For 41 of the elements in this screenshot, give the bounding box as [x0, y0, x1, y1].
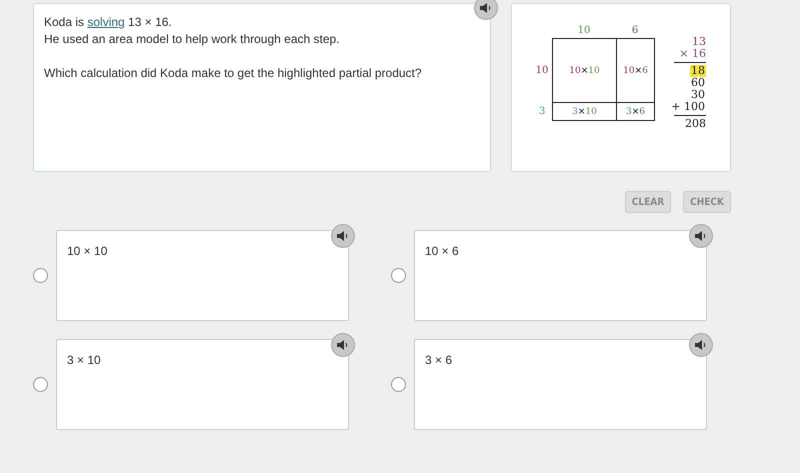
question-text: Koda is solving 13 × 16. [44, 14, 173, 31]
answer-text: 10 × 10 [67, 244, 108, 258]
column-label: 10 [576, 24, 592, 38]
partial-product: 60 [690, 77, 706, 89]
multiplier: × 16 [679, 48, 706, 60]
radio-button[interactable] [391, 377, 406, 392]
audio-button[interactable] [689, 333, 713, 357]
area-cell: 10×10 [552, 38, 617, 103]
answer-text: 3 × 6 [425, 353, 452, 367]
answer-card[interactable]: 10 × 10 [56, 230, 349, 321]
answer-text: 3 × 10 [67, 353, 101, 367]
speaker-icon [695, 340, 707, 350]
partial-product: + 100 [670, 101, 706, 113]
radio-button[interactable] [391, 268, 406, 283]
multiplicand: 13 [692, 36, 706, 48]
answer-text: 10 × 6 [425, 244, 459, 258]
audio-button[interactable] [474, 0, 498, 20]
partial-product: 18 [690, 65, 706, 77]
radio-button[interactable] [33, 377, 48, 392]
speaker-icon [695, 231, 707, 241]
question-text: Which calculation did Koda make to get the highlighted partial product? [44, 65, 423, 82]
audio-button[interactable] [689, 224, 713, 248]
answer-card[interactable]: 10 × 6 [414, 230, 707, 321]
answer-card[interactable]: 3 × 6 [414, 339, 707, 430]
audio-button[interactable] [331, 333, 355, 357]
partial-product: 30 [690, 89, 706, 101]
answer-card[interactable]: 3 × 10 [56, 339, 349, 430]
product-total: 208 [685, 118, 706, 130]
row-label: 10 [534, 64, 550, 78]
speaker-icon [480, 3, 492, 13]
area-cell: 3×6 [616, 102, 655, 121]
area-cell: 3×10 [552, 102, 617, 121]
speaker-icon [337, 231, 349, 241]
row-label: 3 [538, 104, 546, 118]
radio-button[interactable] [33, 268, 48, 283]
question-text: He used an area model to help work through each step. [44, 31, 341, 48]
audio-button[interactable] [331, 224, 355, 248]
column-label: 6 [630, 24, 640, 38]
speaker-icon [337, 340, 349, 350]
glossary-link[interactable]: solving [87, 15, 125, 29]
area-cell: 10×6 [616, 38, 655, 103]
